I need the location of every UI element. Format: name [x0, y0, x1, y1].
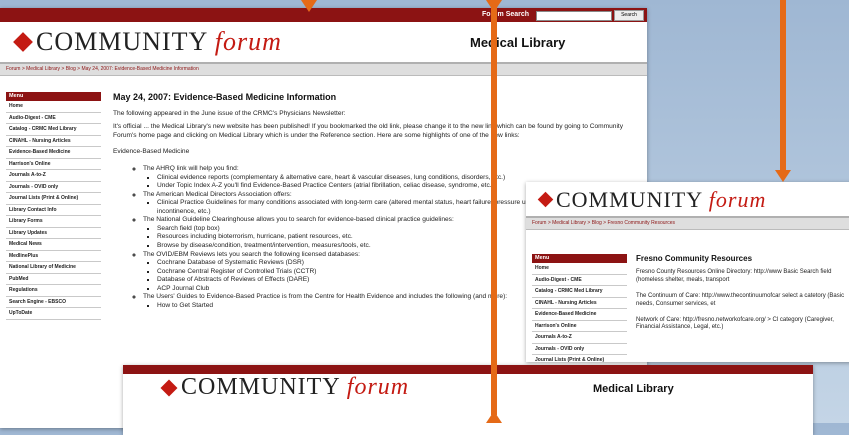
sidebar-item[interactable]: Harrison's Online: [6, 158, 101, 170]
arrow-shaft: [491, 0, 497, 415]
sidebar-item[interactable]: Library Forms: [6, 216, 101, 228]
logo-forum: forum: [346, 374, 410, 400]
arrow-shaft: [780, 0, 786, 170]
sidebar-item[interactable]: Journals - OVID only: [6, 181, 101, 193]
resource-link-text[interactable]: The Users' Guides to Evidence-Based Prac…: [143, 293, 507, 300]
site-header: COMMUNITY forum Medical Library: [0, 22, 647, 64]
sidebar-item[interactable]: Audio-Digest - CME: [532, 274, 627, 286]
article-paragraph: Fresno County Resources Online Directory…: [636, 269, 832, 284]
arrow-down-icon: [486, 0, 502, 12]
arrow-up-icon: [486, 411, 502, 423]
top-bar: [123, 365, 813, 374]
fresno-resources-screenshot: COMMUNITY forum Forum > Medical Library …: [526, 182, 849, 362]
section-title: Medical Library: [593, 383, 674, 395]
sidebar-item[interactable]: Catalog - CRMC Med Library: [6, 124, 101, 136]
sidebar-item[interactable]: Search Engine - EBSCO: [6, 296, 101, 308]
community-forum-logo-icon: [537, 191, 554, 208]
sidebar-item[interactable]: PubMed: [6, 273, 101, 285]
sidebar-item[interactable]: Journals - OVID only: [532, 343, 627, 355]
article-title: Fresno Community Resources: [636, 254, 753, 263]
bottom-screenshot: COMMUNITY forum Medical Library: [123, 365, 813, 435]
arrow-down-icon: [775, 170, 791, 182]
sidebar-item[interactable]: Home: [532, 263, 627, 275]
sidebar-item[interactable]: Journals A-to-Z: [532, 332, 627, 344]
site-header: COMMUNITY forum: [526, 182, 849, 218]
logo-forum: forum: [708, 187, 767, 212]
arrow-down-icon: [301, 0, 317, 12]
sidebar-item[interactable]: CINAHL - Nursing Articles: [6, 135, 101, 147]
resource-link-text[interactable]: The American Medical Directors Associati…: [143, 191, 292, 198]
sidebar-item[interactable]: Journal Lists (Print & Online): [6, 193, 101, 205]
resource-link-text[interactable]: The AHRQ link will help you find:: [143, 165, 239, 172]
sidebar-item[interactable]: Medical News: [6, 239, 101, 251]
sidebar-item[interactable]: Home: [6, 101, 101, 113]
sidebar-item[interactable]: Evidence-Based Medicine: [6, 147, 101, 159]
community-forum-logo-icon: [160, 379, 178, 397]
logo-forum: forum: [214, 27, 282, 56]
article-paragraph: It's official ... the Medical Library's …: [113, 123, 624, 139]
resource-link-text[interactable]: The OVID/EBM Reviews lets you search the…: [143, 251, 360, 258]
sidebar-item[interactable]: Audio-Digest - CME: [6, 112, 101, 124]
sub-list-item: Clinical evidence reports (complementary…: [157, 174, 643, 183]
site-logo[interactable]: COMMUNITY forum: [556, 187, 766, 213]
article-title: May 24, 2007: Evidence-Based Medicine In…: [113, 92, 337, 102]
ebm-heading: Evidence-Based Medicine: [113, 148, 190, 156]
article: Fresno Community Resources Fresno County…: [636, 254, 849, 337]
resource-link-text[interactable]: The National Guideline Clearinghouse all…: [143, 216, 454, 223]
logo-community: COMMUNITY: [36, 27, 208, 56]
breadcrumb[interactable]: Forum > Medical Library > Blog > Fresno …: [526, 218, 849, 230]
sidebar-item[interactable]: Journal Lists (Print & Online): [532, 355, 627, 362]
sidebar-item[interactable]: Regulations: [6, 285, 101, 297]
site-logo[interactable]: COMMUNITY forum: [181, 374, 409, 401]
sidebar-menu-header: Menu: [532, 254, 627, 263]
sidebar-menu-header: Menu: [6, 92, 101, 101]
community-forum-logo-icon: [13, 32, 33, 52]
forum-search-input[interactable]: [536, 11, 612, 21]
sidebar-item[interactable]: CINAHL - Nursing Articles: [532, 297, 627, 309]
sidebar-item[interactable]: National Library of Medicine: [6, 262, 101, 274]
sidebar-item[interactable]: Library Updates: [6, 227, 101, 239]
sidebar-item[interactable]: MedlinePlus: [6, 250, 101, 262]
article-intro: The following appeared in the June issue…: [113, 109, 346, 117]
sidebar-item[interactable]: Journals A-to-Z: [6, 170, 101, 182]
search-button[interactable]: Search: [614, 10, 644, 21]
section-title: Medical Library: [470, 35, 566, 50]
breadcrumb[interactable]: Forum > Medical Library > Blog > May 24,…: [0, 64, 647, 76]
sidebar-item[interactable]: Evidence-Based Medicine: [532, 309, 627, 321]
site-logo[interactable]: COMMUNITY forum: [36, 27, 282, 57]
article-paragraph: Network of Care: http://fresno.networkof…: [636, 316, 834, 331]
sidebar-item[interactable]: Harrison's Online: [532, 320, 627, 332]
top-search-bar: Forum Search Search: [0, 8, 647, 22]
forum-search-label: Forum Search: [482, 11, 530, 18]
article-paragraph: The Continuum of Care: http://www.thecon…: [636, 292, 845, 307]
sidebar-item[interactable]: Library Contact Info: [6, 204, 101, 216]
sidebar-item[interactable]: Catalog - CRMC Med Library: [532, 286, 627, 298]
sidebar-menu: Menu Home Audio-Digest - CME Catalog - CRM…: [6, 92, 101, 320]
logo-community: COMMUNITY: [181, 374, 340, 400]
logo-community: COMMUNITY: [556, 187, 703, 212]
sidebar-item[interactable]: UpToDate: [6, 308, 101, 320]
sidebar-menu: Menu Home Audio-Digest - CME Catalog - CRM…: [532, 254, 627, 362]
